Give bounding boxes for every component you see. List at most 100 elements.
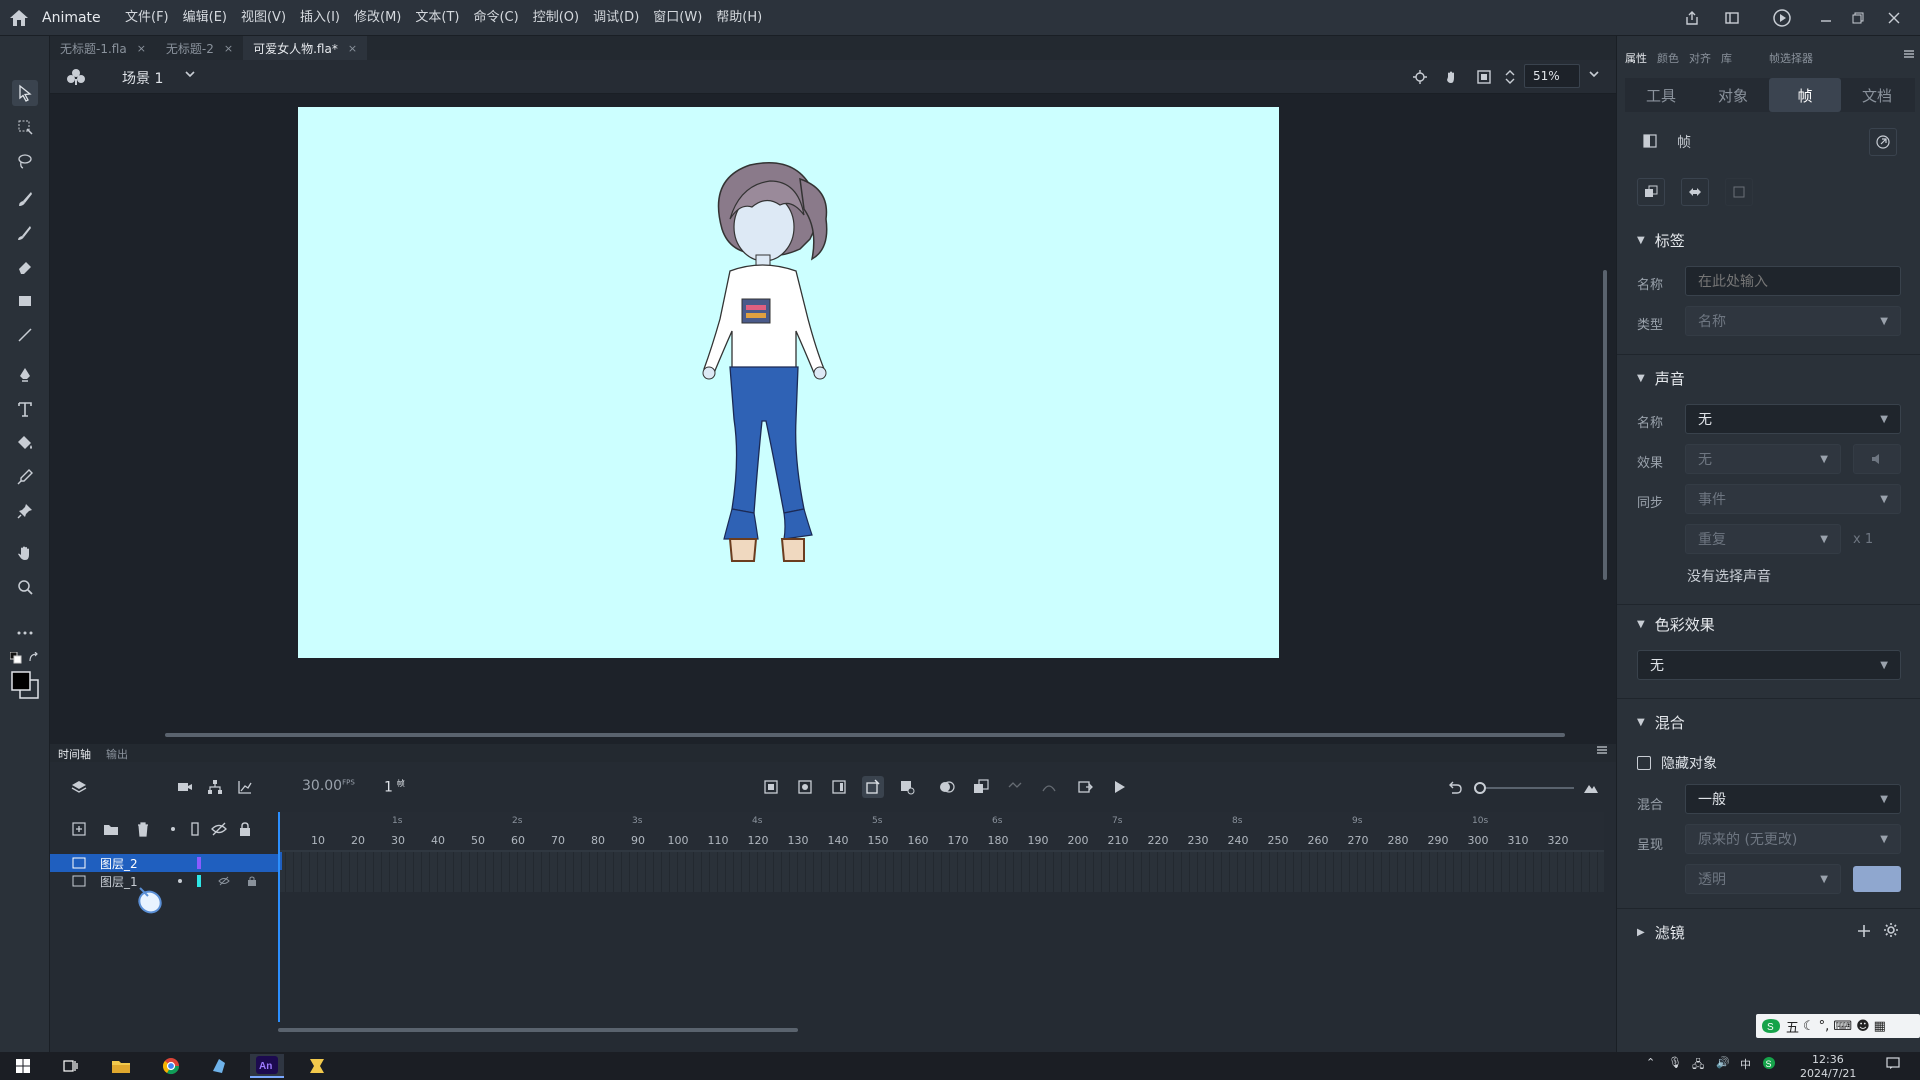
layer-name[interactable]: 图层_2 bbox=[100, 855, 138, 872]
chevron-down-icon[interactable] bbox=[1588, 68, 1600, 84]
menu-view[interactable]: 视图(V) bbox=[234, 0, 293, 36]
onion-skin-icon[interactable] bbox=[936, 776, 958, 798]
menu-insert[interactable]: 插入(I) bbox=[293, 0, 347, 36]
scene-icon[interactable] bbox=[66, 67, 86, 87]
rectangle-tool-icon[interactable] bbox=[12, 288, 38, 314]
close-tab-icon[interactable]: × bbox=[224, 42, 233, 55]
app-icon[interactable] bbox=[202, 1054, 236, 1078]
close-tab-icon[interactable]: × bbox=[137, 42, 146, 55]
pen-tool-icon[interactable] bbox=[12, 362, 38, 388]
center-stage-icon[interactable] bbox=[1410, 67, 1430, 87]
sound-effect-select[interactable]: 无 ▼ bbox=[1685, 444, 1841, 474]
doc-tab-2[interactable]: 无标题-2 × bbox=[156, 36, 243, 60]
layer-hidden-icon[interactable] bbox=[218, 875, 230, 890]
color-effect-section-header[interactable]: ▼ 色彩效果 bbox=[1637, 614, 1715, 635]
layer-row[interactable]: 图层_1 bbox=[50, 872, 278, 890]
selection-tool-icon[interactable] bbox=[12, 80, 38, 106]
blend-mode-select[interactable]: 一般 ▼ bbox=[1685, 784, 1901, 814]
frame-grid[interactable] bbox=[278, 852, 1604, 892]
tab-frame-picker[interactable]: 帧选择器 bbox=[1769, 50, 1813, 66]
more-tools-icon[interactable] bbox=[12, 620, 38, 646]
new-layer-icon[interactable] bbox=[68, 818, 90, 840]
lock-icon[interactable] bbox=[234, 818, 256, 840]
doc-tab-3[interactable]: 可爱女人物.fla* × bbox=[243, 36, 368, 60]
layer-color-swatch[interactable] bbox=[197, 875, 201, 887]
insert-keyframe-icon[interactable] bbox=[760, 776, 782, 798]
sound-repeat-count[interactable]: x 1 bbox=[1853, 532, 1873, 547]
reverse-icon[interactable] bbox=[1725, 178, 1753, 206]
layers-icon[interactable] bbox=[68, 776, 90, 798]
clock-time[interactable]: 12:36 bbox=[1812, 1053, 1844, 1066]
ime-mode[interactable]: 五 bbox=[1786, 1017, 1799, 1036]
notification-icon[interactable] bbox=[1886, 1056, 1900, 1073]
segment-object[interactable]: 对象 bbox=[1697, 78, 1769, 112]
workspace-icon[interactable] bbox=[1714, 0, 1750, 36]
layer-parenting-icon[interactable] bbox=[204, 776, 226, 798]
layer-highlight-dot[interactable] bbox=[178, 879, 182, 883]
volume-icon[interactable]: 🔊 bbox=[1716, 1056, 1730, 1069]
ime-punct-icon[interactable]: °, bbox=[1819, 1019, 1830, 1034]
menu-commands[interactable]: 命令(C) bbox=[466, 0, 525, 36]
game-app-icon[interactable] bbox=[300, 1054, 334, 1078]
clock-date[interactable]: 2024/7/21 bbox=[1800, 1067, 1856, 1080]
insert-blank-keyframe-icon[interactable] bbox=[794, 776, 816, 798]
doc-tab-1[interactable]: 无标题-1.fla × bbox=[50, 36, 156, 60]
sogou-tray-icon[interactable]: S bbox=[1762, 1056, 1776, 1073]
timeline-zoom-slider[interactable] bbox=[1474, 782, 1574, 794]
zoom-level-input[interactable]: 51% bbox=[1524, 64, 1580, 88]
playhead[interactable] bbox=[278, 812, 280, 1022]
restore-icon[interactable] bbox=[1840, 0, 1876, 36]
tab-color[interactable]: 颜色 bbox=[1657, 50, 1679, 66]
tab-timeline[interactable]: 时间轴 bbox=[58, 746, 91, 762]
hand-tool-icon[interactable] bbox=[12, 540, 38, 566]
slider-handle[interactable] bbox=[1474, 782, 1486, 794]
delete-layer-icon[interactable] bbox=[132, 818, 154, 840]
render-select[interactable]: 原来的 (无更改) ▼ bbox=[1685, 824, 1901, 854]
free-transform-tool-icon[interactable] bbox=[12, 114, 38, 140]
lasso-tool-icon[interactable] bbox=[12, 148, 38, 174]
paint-brush-tool-icon[interactable] bbox=[12, 220, 38, 246]
close-window-icon[interactable] bbox=[1876, 0, 1912, 36]
zoom-stepper-icon[interactable] bbox=[1500, 67, 1520, 87]
new-folder-icon[interactable] bbox=[100, 818, 122, 840]
minimize-icon[interactable] bbox=[1808, 0, 1844, 36]
undo-icon[interactable] bbox=[1444, 776, 1466, 798]
network-icon[interactable]: 🖧 bbox=[1692, 1056, 1704, 1075]
outline-layer-icon[interactable] bbox=[184, 818, 206, 840]
tab-align[interactable]: 对齐 bbox=[1689, 50, 1711, 66]
edit-envelope-icon[interactable] bbox=[1853, 444, 1901, 474]
paint-bucket-tool-icon[interactable] bbox=[12, 430, 38, 456]
windows-start-icon[interactable] bbox=[6, 1054, 40, 1078]
eyedropper-tool-icon[interactable] bbox=[12, 464, 38, 490]
file-explorer-icon[interactable] bbox=[104, 1054, 138, 1078]
create-tween-icon[interactable] bbox=[1004, 776, 1026, 798]
filters-section-header[interactable]: ▶ 滤镜 bbox=[1637, 922, 1685, 943]
menu-file[interactable]: 文件(F) bbox=[118, 0, 176, 36]
layer-row[interactable]: 图层_2 bbox=[50, 854, 278, 872]
layer-name[interactable]: 图层_1 bbox=[100, 873, 138, 890]
auto-keyframe-icon[interactable] bbox=[862, 776, 884, 798]
loop-icon[interactable] bbox=[1074, 776, 1096, 798]
sound-repeat-select[interactable]: 重复 ▼ bbox=[1685, 524, 1841, 554]
close-tab-icon[interactable]: × bbox=[348, 42, 357, 55]
tween-icon[interactable] bbox=[1681, 178, 1709, 206]
scene-label[interactable]: 场景 1 bbox=[122, 68, 163, 88]
stroke-fill-color-icon[interactable] bbox=[10, 670, 42, 702]
label-section-header[interactable]: ▼ 标签 bbox=[1637, 230, 1685, 251]
edit-multiple-frames-icon[interactable] bbox=[970, 776, 992, 798]
add-filter-icon[interactable] bbox=[1857, 922, 1871, 943]
swap-colors-icon[interactable] bbox=[28, 651, 40, 664]
ime-toolbar[interactable]: S 五 ☾ °, ⌨ ☻ ▦ bbox=[1756, 1014, 1920, 1038]
swap-symbol-icon[interactable] bbox=[1637, 178, 1665, 206]
zoom-tool-icon[interactable] bbox=[12, 574, 38, 600]
stage-horizontal-scrollbar[interactable] bbox=[165, 733, 1565, 737]
panel-menu-icon[interactable] bbox=[1596, 744, 1608, 759]
current-frame[interactable]: 1帧 bbox=[384, 778, 405, 796]
menu-edit[interactable]: 编辑(E) bbox=[176, 0, 234, 36]
ime-logo-icon[interactable]: S bbox=[1760, 1017, 1782, 1035]
layer-color-swatch[interactable] bbox=[197, 857, 201, 869]
character-illustration[interactable] bbox=[700, 159, 840, 579]
rotate-stage-icon[interactable] bbox=[1442, 67, 1462, 87]
chevron-down-icon[interactable] bbox=[184, 68, 196, 84]
sound-name-select[interactable]: 无 ▼ bbox=[1685, 404, 1901, 434]
